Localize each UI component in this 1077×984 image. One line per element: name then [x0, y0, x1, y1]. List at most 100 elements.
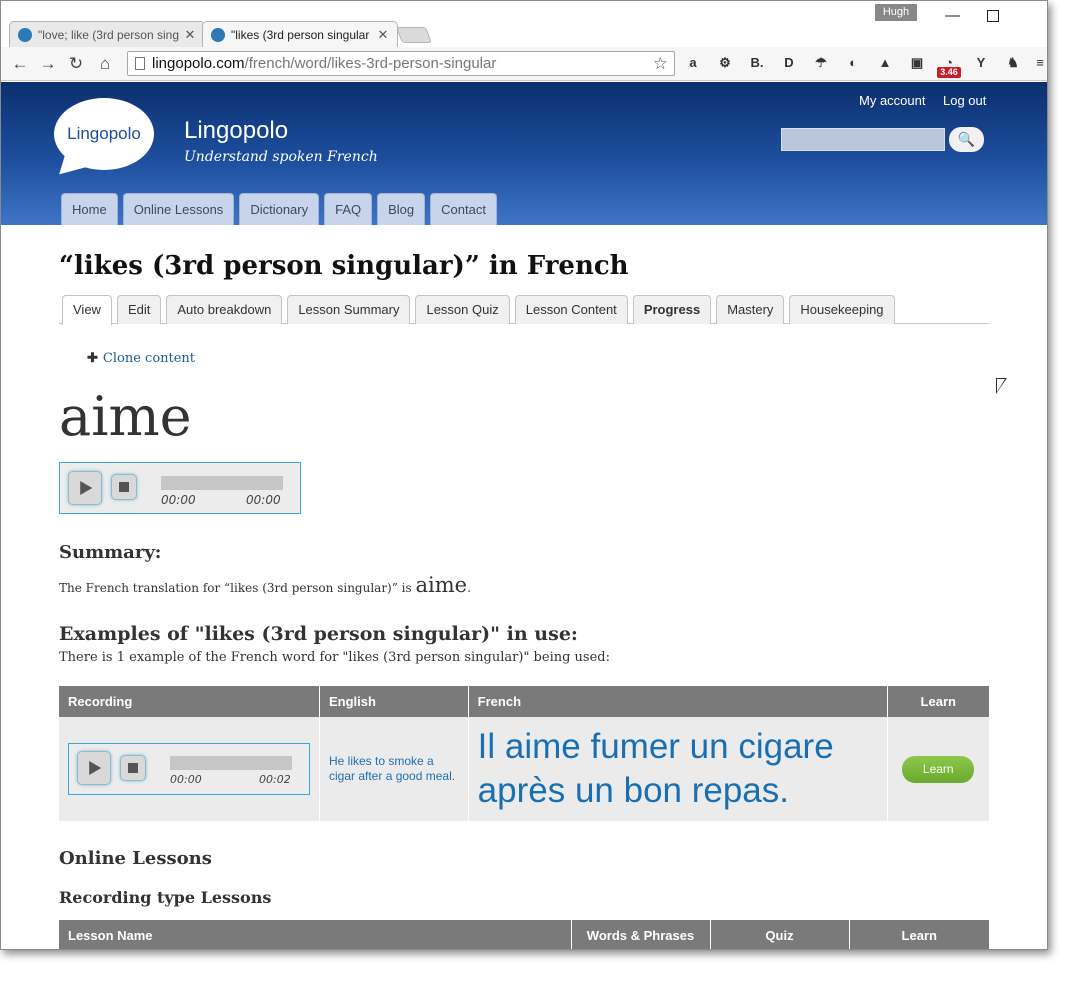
example-audio-player: 00:00 00:02: [68, 743, 310, 795]
tab-lesson-summary[interactable]: Lesson Summary: [287, 295, 411, 324]
page-icon: [135, 57, 145, 70]
stop-button[interactable]: [120, 755, 146, 781]
english-sentence[interactable]: He likes to smoke a cigar after a good m…: [319, 717, 469, 821]
audio-current-time: 00:00: [170, 773, 202, 786]
audio-progress-bar[interactable]: [170, 756, 292, 770]
search-icon: 🔍: [957, 131, 976, 147]
new-tab-button[interactable]: [396, 27, 432, 43]
logo-text: Lingopolo: [67, 124, 141, 143]
extension-b-icon[interactable]: B.: [748, 54, 766, 72]
drupal-favicon-icon: [211, 27, 225, 42]
site-logo[interactable]: Lingopolo: [54, 98, 154, 170]
extension-y-icon[interactable]: Y: [972, 54, 990, 72]
profile-badge[interactable]: Hugh: [875, 4, 917, 21]
extension-drupal-icon[interactable]: ◐: [844, 54, 862, 72]
french-sentence[interactable]: Il aime fumer un cigare après un bon rep…: [468, 717, 888, 821]
learn-button[interactable]: Learn: [902, 755, 975, 783]
stop-icon: [128, 763, 138, 773]
nav-item-online-lessons[interactable]: Online Lessons: [122, 193, 235, 225]
browser-tab-1[interactable]: "love; like (3rd person sing ✕: [9, 21, 205, 47]
tab-edit[interactable]: Edit: [116, 295, 162, 324]
browser-tab-2[interactable]: "likes (3rd person singular ✕: [202, 21, 398, 47]
stop-button[interactable]: [111, 474, 137, 500]
address-bar[interactable]: lingopolo.com/french/word/likes-3rd-pers…: [127, 51, 675, 76]
nav-item-faq[interactable]: FAQ: [324, 193, 373, 225]
table-row: 00:00 00:02 He likes to smoke a cigar af…: [59, 717, 989, 821]
search-button[interactable]: 🔍: [949, 127, 984, 152]
play-icon: [80, 481, 93, 495]
tab-title: "love; like (3rd person sing: [38, 27, 179, 42]
log-out-link[interactable]: Log out: [943, 93, 986, 108]
header-french: French: [468, 686, 888, 717]
table-header-row: Lesson Name Words & Phrases Quiz Learn: [59, 920, 989, 949]
url-path: /french/word/likes-3rd-person-singular: [244, 55, 497, 72]
summary-word: aime: [415, 573, 468, 597]
menu-icon[interactable]: ≡: [1031, 54, 1047, 72]
tab-mastery[interactable]: Mastery: [716, 295, 785, 324]
stop-icon: [119, 482, 129, 492]
recording-cell: 00:00 00:02: [59, 717, 320, 821]
audio-player: 00:00 00:00: [59, 462, 301, 514]
minimize-icon[interactable]: —: [945, 7, 960, 24]
extension-drive-icon[interactable]: ▲: [876, 54, 894, 72]
examples-heading: Examples of "likes (3rd person singular)…: [59, 623, 578, 645]
extension-amazon-icon[interactable]: a: [684, 54, 702, 72]
extension-badge: 3.46: [937, 67, 961, 78]
header-words-phrases[interactable]: Words & Phrases: [571, 920, 711, 949]
nav-item-blog[interactable]: Blog: [377, 193, 426, 225]
play-button[interactable]: [68, 471, 102, 505]
plus-icon: ✚: [87, 351, 98, 366]
main-nav: Home Online Lessons Dictionary FAQ Blog …: [61, 193, 497, 225]
close-icon[interactable]: ✕: [377, 27, 389, 43]
tab-auto-breakdown[interactable]: Auto breakdown: [166, 295, 283, 324]
bookmark-star-icon[interactable]: ☆: [653, 52, 668, 75]
header-quiz[interactable]: Quiz: [710, 920, 850, 949]
clone-content-label: Clone content: [102, 351, 196, 366]
extension-image-icon[interactable]: ▣: [908, 54, 926, 72]
home-icon[interactable]: ⌂: [94, 53, 116, 75]
recording-lessons-heading: Recording type Lessons: [59, 888, 272, 907]
header-lesson-name[interactable]: Lesson Name: [59, 920, 572, 949]
browser-toolbar: ← → ↻ ⌂ lingopolo.com/french/word/likes-…: [1, 47, 1047, 81]
summary-prefix: The French translation for “likes (3rd p…: [59, 581, 416, 595]
play-icon: [89, 761, 102, 775]
table-header-row: Recording English French Learn: [59, 686, 989, 717]
site-header: Lingopolo Lingopolo Understand spoken Fr…: [1, 82, 1047, 225]
audio-duration: 00:02: [259, 773, 291, 786]
audio-progress-bar[interactable]: [161, 476, 283, 490]
examples-table: Recording English French Learn 00:00 00:…: [59, 686, 989, 821]
tab-title: "likes (3rd person singular: [231, 27, 370, 42]
header-learn: Learn: [887, 686, 989, 717]
nav-item-home[interactable]: Home: [61, 193, 118, 225]
extension-gear-icon[interactable]: ⚙: [716, 54, 734, 72]
close-icon[interactable]: ✕: [184, 27, 196, 43]
extension-d-icon[interactable]: D: [780, 54, 798, 72]
play-button[interactable]: [77, 751, 111, 785]
learn-cell: Learn: [887, 717, 989, 821]
tab-housekeeping[interactable]: Housekeeping: [789, 295, 895, 324]
reload-icon[interactable]: ↻: [65, 53, 87, 75]
search-input[interactable]: [781, 128, 945, 151]
maximize-icon[interactable]: [987, 10, 999, 22]
site-slogan: Understand spoken French: [184, 149, 378, 165]
tab-view[interactable]: View: [62, 295, 112, 325]
extension-figure-icon[interactable]: ♞: [1004, 54, 1022, 72]
online-lessons-heading: Online Lessons: [59, 848, 212, 869]
audio-duration: 00:00: [246, 493, 281, 507]
summary-suffix: .: [467, 581, 471, 595]
my-account-link[interactable]: My account: [859, 93, 925, 108]
extension-umbrella-icon[interactable]: ☂: [812, 54, 830, 72]
examples-intro: There is 1 example of the French word fo…: [59, 650, 610, 665]
nav-item-dictionary[interactable]: Dictionary: [239, 193, 320, 225]
nav-item-contact[interactable]: Contact: [430, 193, 497, 225]
lessons-table: Lesson Name Words & Phrases Quiz Learn: [59, 920, 989, 949]
forward-arrow-icon[interactable]: →: [37, 53, 59, 75]
page-title: “likes (3rd person singular)” in French: [59, 251, 629, 281]
tab-progress[interactable]: Progress: [632, 295, 712, 324]
tab-lesson-quiz[interactable]: Lesson Quiz: [415, 295, 510, 324]
site-name[interactable]: Lingopolo: [184, 117, 288, 145]
header-learn[interactable]: Learn: [849, 920, 989, 949]
clone-content-link[interactable]: ✚ Clone content: [87, 351, 195, 366]
tab-lesson-content[interactable]: Lesson Content: [514, 295, 628, 324]
back-arrow-icon[interactable]: ←: [9, 53, 31, 75]
